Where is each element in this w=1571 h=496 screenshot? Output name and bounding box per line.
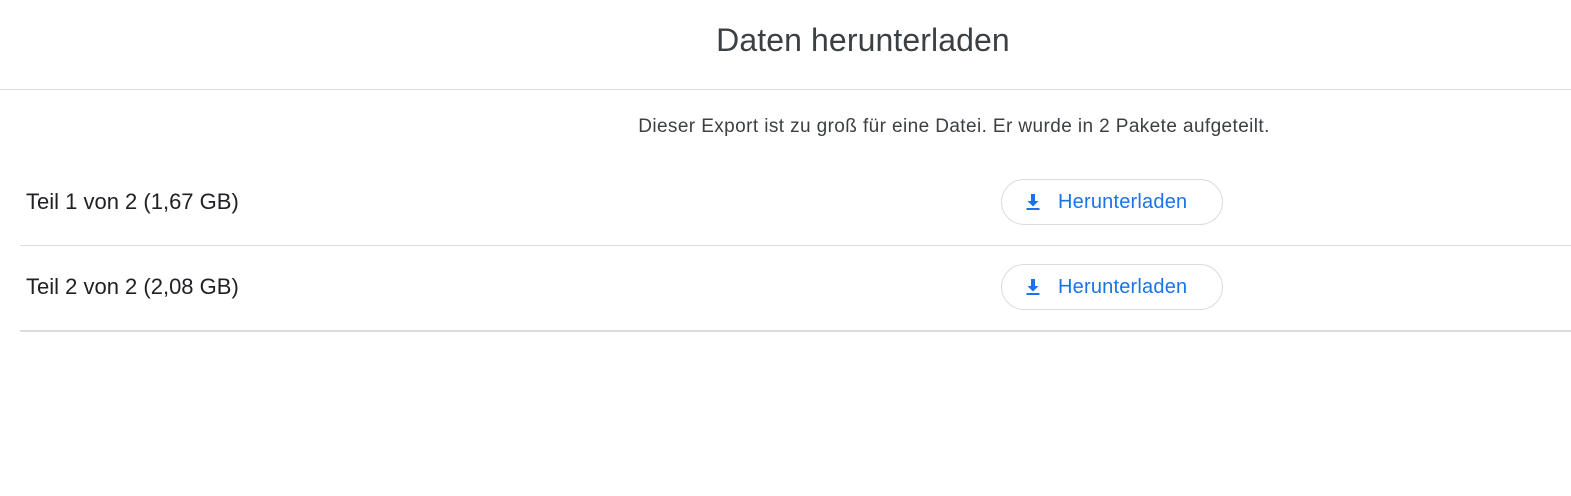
page-header: Daten herunterladen [0,0,1571,90]
page-title: Daten herunterladen [716,22,1010,58]
download-button-part-1[interactable]: Herunterladen [1001,179,1223,225]
download-part-row: Teil 2 von 2 (2,08 GB) Herunterladen [20,246,1571,332]
download-part-row: Teil 1 von 2 (1,67 GB) Herunterladen [20,161,1571,246]
download-icon [1026,194,1040,210]
download-button-label: Herunterladen [1058,276,1188,298]
split-notice: Dieser Export ist zu groß für eine Datei… [638,116,1270,137]
download-button-part-2[interactable]: Herunterladen [1001,264,1223,310]
part-label: Teil 2 von 2 (2,08 GB) [26,274,239,299]
download-icon [1026,279,1040,295]
part-label: Teil 1 von 2 (1,67 GB) [26,189,239,214]
download-button-label: Herunterladen [1058,191,1188,213]
